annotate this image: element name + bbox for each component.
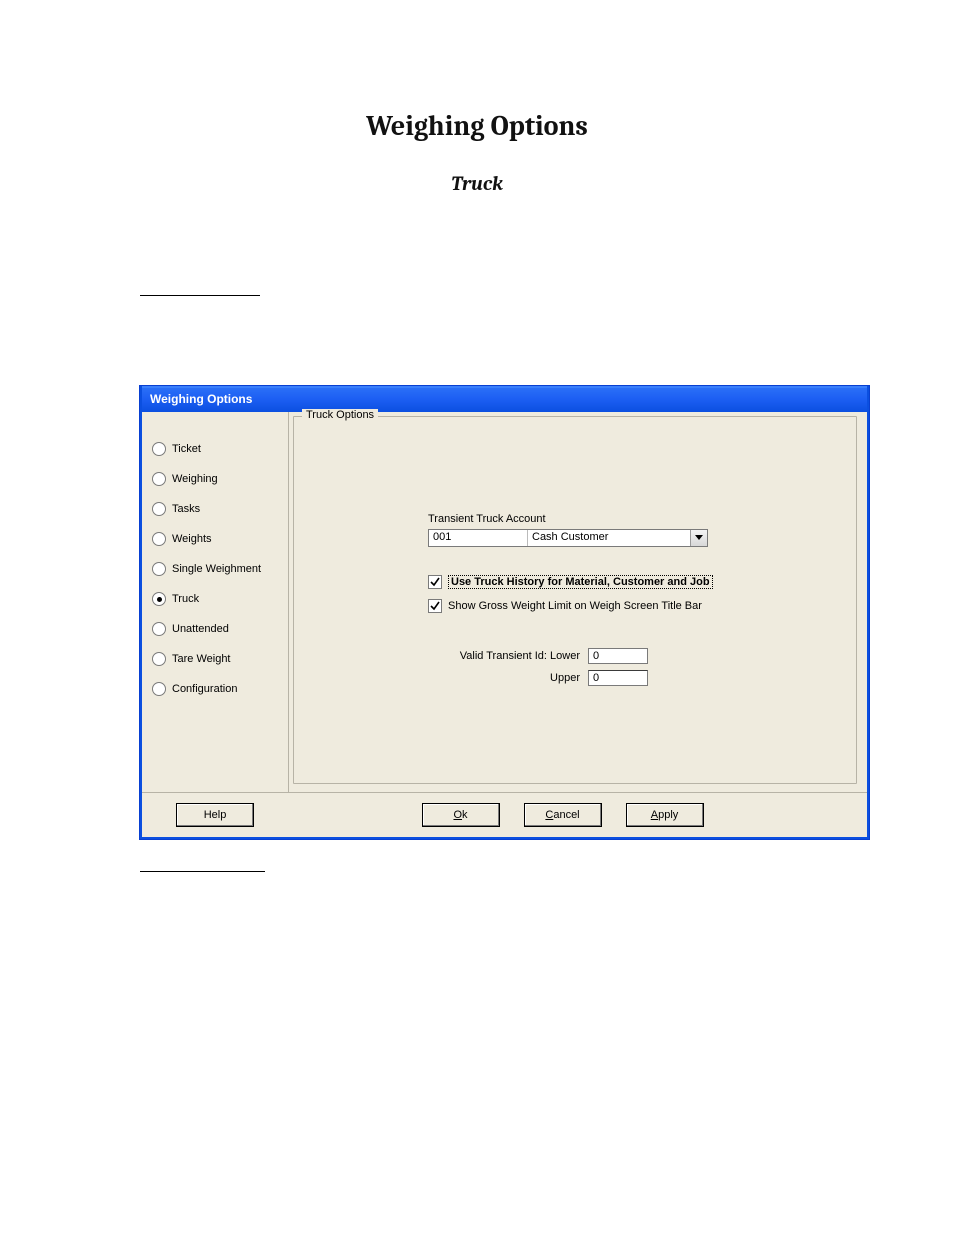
chevron-down-icon[interactable] — [690, 530, 707, 546]
ok-button[interactable]: Ok — [422, 803, 500, 827]
transient-account-combo[interactable]: 001 Cash Customer — [428, 529, 708, 547]
sidebar-item-unattended[interactable]: Unattended — [152, 614, 282, 644]
help-button[interactable]: Help — [176, 803, 254, 827]
show-gross-weight-label: Show Gross Weight Limit on Weigh Screen … — [448, 600, 702, 612]
valid-transient-lower-label: Valid Transient Id: Lower — [446, 650, 588, 662]
sidebar-item-label: Tare Weight — [172, 653, 231, 665]
page-title: Weighing Options — [60, 110, 894, 142]
use-truck-history-label: Use Truck History for Material, Customer… — [448, 575, 713, 589]
apply-button[interactable]: Apply — [626, 803, 704, 827]
page-subtitle: Truck — [60, 172, 894, 195]
radio-icon — [152, 532, 166, 546]
radio-icon — [152, 592, 166, 606]
ok-rest: k — [462, 809, 468, 821]
transient-account-name: Cash Customer — [528, 530, 690, 546]
valid-transient-upper-input[interactable]: 0 — [588, 670, 648, 686]
cancel-rest: ancel — [553, 809, 579, 821]
radio-icon — [152, 622, 166, 636]
cancel-button[interactable]: Cancel — [524, 803, 602, 827]
sidebar-item-label: Tasks — [172, 503, 200, 515]
valid-transient-lower-input[interactable]: 0 — [588, 648, 648, 664]
sidebar-item-tare-weight[interactable]: Tare Weight — [152, 644, 282, 674]
checkmark-icon — [428, 575, 442, 589]
show-gross-weight-checkbox[interactable]: Show Gross Weight Limit on Weigh Screen … — [428, 599, 748, 613]
weighing-options-dialog: Weighing Options Ticket Weighing Tasks — [140, 386, 869, 839]
sidebar-item-ticket[interactable]: Ticket — [152, 434, 282, 464]
sidebar-item-label: Configuration — [172, 683, 237, 695]
sidebar-item-label: Weights — [172, 533, 212, 545]
sidebar-item-label: Weighing — [172, 473, 218, 485]
radio-icon — [152, 442, 166, 456]
valid-transient-upper-label: Upper — [446, 672, 588, 684]
checkmark-icon — [428, 599, 442, 613]
sidebar-item-truck[interactable]: Truck — [152, 584, 282, 614]
options-sidebar: Ticket Weighing Tasks Weights Single Wei… — [142, 412, 289, 792]
sidebar-item-configuration[interactable]: Configuration — [152, 674, 282, 704]
transient-account-label: Transient Truck Account — [428, 513, 748, 525]
help-button-label: Help — [204, 809, 227, 821]
sidebar-item-label: Single Weighment — [172, 563, 261, 575]
sidebar-item-single-weighment[interactable]: Single Weighment — [152, 554, 282, 584]
apply-rest: pply — [658, 809, 678, 821]
sidebar-item-weights[interactable]: Weights — [152, 524, 282, 554]
section-divider — [140, 295, 260, 296]
radio-icon — [152, 562, 166, 576]
sidebar-item-label: Unattended — [172, 623, 229, 635]
radio-icon — [152, 472, 166, 486]
dialog-title: Weighing Options — [150, 392, 252, 406]
sidebar-item-tasks[interactable]: Tasks — [152, 494, 282, 524]
dialog-titlebar: Weighing Options — [142, 386, 867, 412]
sidebar-item-label: Ticket — [172, 443, 201, 455]
apply-underline: A — [651, 809, 658, 821]
use-truck-history-checkbox[interactable]: Use Truck History for Material, Customer… — [428, 575, 748, 589]
ok-underline: O — [453, 809, 462, 821]
radio-icon — [152, 502, 166, 516]
truck-options-group: Truck Options Transient Truck Account 00… — [293, 416, 857, 784]
sidebar-item-weighing[interactable]: Weighing — [152, 464, 282, 494]
transient-account-code: 001 — [429, 530, 528, 546]
section-divider — [140, 871, 265, 872]
sidebar-item-label: Truck — [172, 593, 199, 605]
groupbox-title: Truck Options — [302, 409, 378, 421]
radio-icon — [152, 682, 166, 696]
dialog-button-bar: Help Ok Cancel Apply — [142, 792, 867, 837]
radio-icon — [152, 652, 166, 666]
